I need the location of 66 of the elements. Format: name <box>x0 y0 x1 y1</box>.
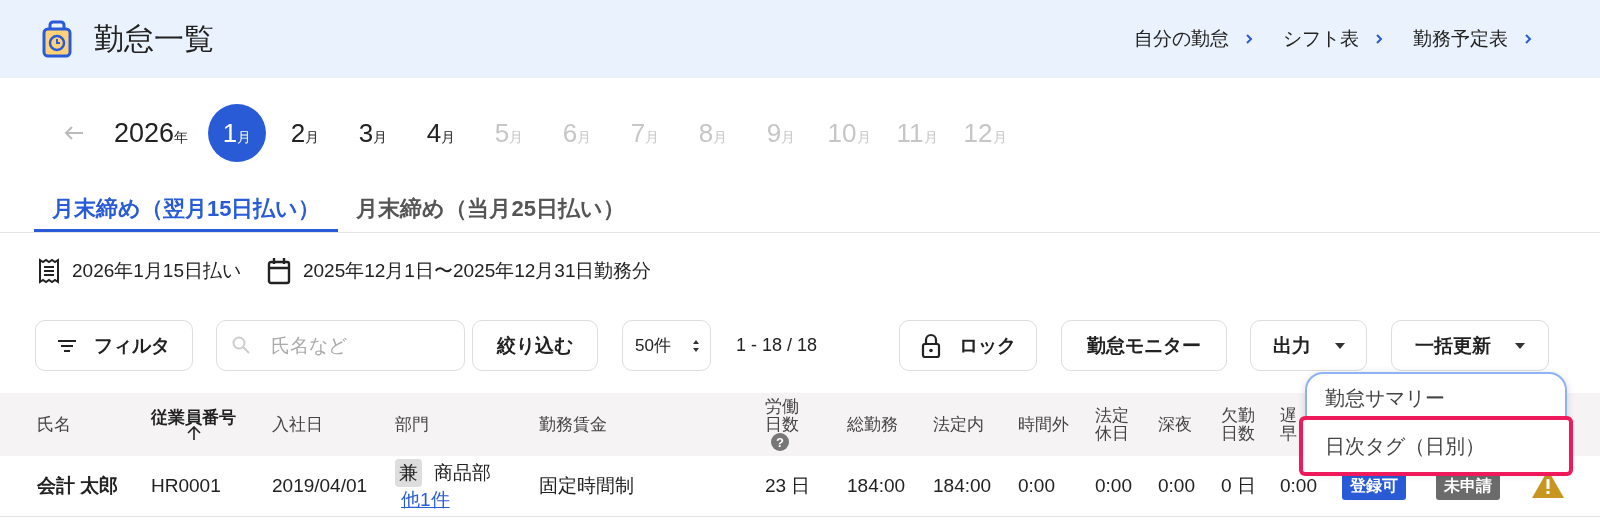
payroll-tab[interactable]: 月末締め（翌月15日払い） <box>34 188 339 232</box>
concurrent-tag: 兼 <box>395 459 422 487</box>
sort-caret-icon <box>692 338 700 353</box>
clock-bag-icon <box>42 20 72 58</box>
period-text: 2025年12月1日〜2025年12月31日勤務分 <box>302 258 652 283</box>
table-cell: 0:00 <box>1158 475 1195 497</box>
nav-link[interactable]: シフト表 <box>1283 26 1383 52</box>
column-header[interactable]: 勤務賃金 <box>539 415 607 434</box>
bulk-update-button[interactable]: 一括更新 <box>1391 320 1549 371</box>
column-header[interactable]: 深夜 <box>1158 415 1192 434</box>
table-cell: HR0001 <box>151 475 221 497</box>
column-header[interactable]: 欠勤 日数 <box>1221 406 1255 443</box>
payday-text: 2026年1月15日払い <box>72 258 241 283</box>
table-cell: 2019/04/01 <box>272 475 368 497</box>
filter-icon <box>58 338 76 353</box>
export-button[interactable]: 出力 <box>1250 320 1367 371</box>
table-cell: 184:00 <box>847 475 906 497</box>
receipt-icon <box>38 257 60 284</box>
column-header[interactable]: 法定内 <box>933 415 984 434</box>
year-label: 2026年 <box>114 117 189 149</box>
lock-icon <box>920 332 941 359</box>
department-name: 商品部 <box>434 461 491 485</box>
filter-button[interactable]: フィルタ <box>35 320 193 371</box>
menu-item[interactable]: 勤怠サマリー <box>1307 378 1565 418</box>
table-cell-text: 23 日 <box>765 474 811 498</box>
sort-up-icon <box>186 426 201 441</box>
table-cell-text: 0 日 <box>1221 474 1256 498</box>
nav-link[interactable]: 自分の勤怠 <box>1134 26 1253 52</box>
chevron-right-icon <box>1245 33 1253 45</box>
per-page-select[interactable]: 50件 <box>622 320 711 371</box>
table-cell: 0:00 <box>1280 475 1317 497</box>
table-cell: 0:00 <box>1095 475 1132 497</box>
column-header[interactable]: 法定 休日 <box>1095 406 1129 443</box>
chevron-right-icon <box>1375 33 1383 45</box>
nav-link[interactable]: 勤務予定表 <box>1413 26 1532 52</box>
search-icon <box>232 336 250 354</box>
column-header[interactable]: 従業員番号 <box>151 408 236 427</box>
lock-button[interactable]: ロック <box>899 320 1037 371</box>
more-departments-link[interactable]: 他1件 <box>401 487 450 513</box>
result-range: 1 - 18 / 18 <box>736 335 819 356</box>
column-header[interactable]: 氏名 <box>37 415 71 434</box>
table-cell: 184:00 <box>933 475 992 497</box>
monitor-button[interactable]: 勤怠モニター <box>1061 320 1227 371</box>
caret-icon <box>1334 342 1345 349</box>
month-tab[interactable]: 1月 <box>208 104 267 162</box>
month-tab[interactable]: 4月 <box>412 104 471 162</box>
payroll-tab[interactable]: 月末締め（当月25日払い） <box>338 188 643 232</box>
column-header[interactable]: 労働 日数 <box>765 397 799 434</box>
back-arrow-icon[interactable] <box>64 125 84 141</box>
caret-icon <box>1515 342 1525 349</box>
page-title: 勤怠一覧 <box>94 20 214 57</box>
apply-button[interactable]: 絞り込む <box>472 320 598 371</box>
column-header[interactable]: 部門 <box>395 415 429 434</box>
month-tab[interactable]: 3月 <box>344 104 403 162</box>
column-header[interactable]: 入社日 <box>272 415 323 434</box>
table-cell-text: 固定時間制 <box>539 474 634 498</box>
month-tab[interactable]: 2月 <box>276 104 335 162</box>
help-icon[interactable]: ? <box>771 433 789 452</box>
column-header[interactable]: 総勤務 <box>847 415 898 434</box>
chevron-right-icon <box>1524 33 1532 45</box>
column-header[interactable]: 時間外 <box>1018 415 1069 434</box>
column-header[interactable]: 遅 早 <box>1280 406 1297 443</box>
table-cell: 0:00 <box>1018 475 1055 497</box>
search-field[interactable]: 氏名など <box>216 320 465 371</box>
table-cell-text: 会計 太郎 <box>37 474 119 498</box>
calendar-icon <box>266 256 291 285</box>
